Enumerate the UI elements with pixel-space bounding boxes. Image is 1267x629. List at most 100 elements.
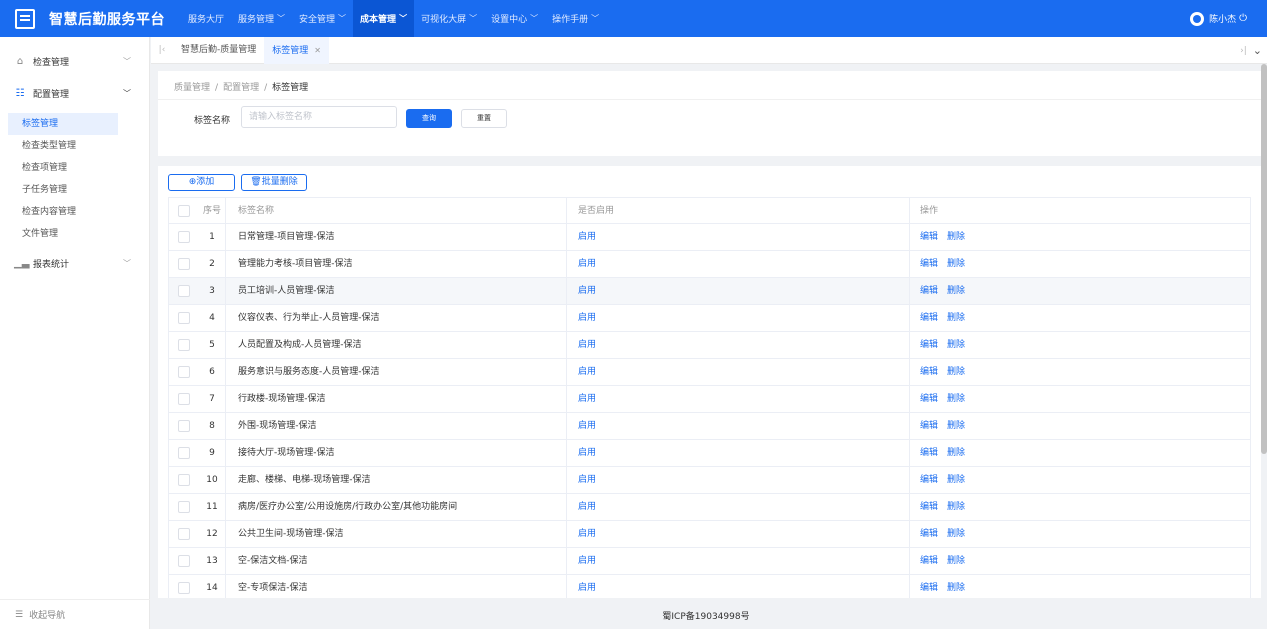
edit-link[interactable]: 编辑	[920, 529, 938, 539]
breadcrumb-item[interactable]: 配置管理	[223, 83, 259, 93]
sidebar-group-reports[interactable]: ▁▃ 报表统计 ﹀	[0, 247, 149, 279]
footer-icp[interactable]: 蜀ICP备19034998号	[151, 605, 1261, 629]
edit-link[interactable]: 编辑	[920, 475, 938, 485]
select-all-checkbox[interactable]	[178, 204, 190, 217]
close-icon[interactable]: ✕	[314, 46, 321, 55]
table-row[interactable]: 1 日常管理-项目管理-保洁 启用 编辑 删除	[169, 224, 1250, 251]
row-checkbox[interactable]	[178, 420, 190, 432]
edit-link[interactable]: 编辑	[920, 394, 938, 404]
collapse-nav-button[interactable]: ☰ 收起导航	[0, 599, 150, 629]
edit-link[interactable]: 编辑	[920, 259, 938, 269]
delete-link[interactable]: 删除	[947, 583, 965, 593]
row-checkbox[interactable]	[178, 312, 190, 324]
delete-link[interactable]: 删除	[947, 259, 965, 269]
row-checkbox[interactable]	[178, 258, 190, 270]
table-row[interactable]: 5 人员配置及构成-人员管理-保洁 启用 编辑 删除	[169, 332, 1250, 359]
row-enabled-status: 启用	[567, 278, 910, 304]
table-row[interactable]: 13 空-保洁文档-保洁 启用 编辑 删除	[169, 548, 1250, 575]
user-menu[interactable]: 陈小杰 ⏻	[1190, 0, 1247, 37]
sidebar-item[interactable]: 检查类型管理	[0, 135, 149, 157]
sidebar-item[interactable]: 检查内容管理	[0, 201, 149, 223]
delete-link[interactable]: 删除	[947, 367, 965, 377]
delete-link[interactable]: 删除	[947, 421, 965, 431]
sidebar-item[interactable]: 子任务管理	[0, 179, 149, 201]
nav-item[interactable]: 服务大厅	[181, 0, 231, 37]
table-row[interactable]: 4 仪容仪表、行为举止-人员管理-保洁 启用 编辑 删除	[169, 305, 1250, 332]
sidebar-group-config[interactable]: ☷ 配置管理 ﹀	[0, 77, 149, 109]
edit-link[interactable]: 编辑	[920, 313, 938, 323]
tabs-scroll-left-icon[interactable]: |‹	[151, 45, 173, 55]
row-checkbox[interactable]	[178, 474, 190, 486]
delete-link[interactable]: 删除	[947, 475, 965, 485]
tab-label: 标签管理	[272, 45, 309, 56]
row-checkbox[interactable]	[178, 528, 190, 540]
row-checkbox[interactable]	[178, 555, 190, 567]
nav-item[interactable]: 操作手册 ﹀	[545, 0, 606, 37]
breadcrumb-current: 标签管理	[272, 83, 309, 93]
sidebar-item[interactable]: 标签管理	[8, 113, 118, 135]
nav-item[interactable]: 安全管理 ﹀	[292, 0, 353, 37]
edit-link[interactable]: 编辑	[920, 556, 938, 566]
table-row[interactable]: 6 服务意识与服务态度-人员管理-保洁 启用 编辑 删除	[169, 359, 1250, 386]
batch-delete-button[interactable]: 🗑批量删除	[241, 174, 307, 191]
breadcrumb-item[interactable]: 质量管理	[174, 83, 210, 93]
table-row[interactable]: 11 病房/医疗办公室/公用设施房/行政办公室/其他功能房间 启用 编辑 删除	[169, 494, 1250, 521]
query-button[interactable]: 查询	[406, 109, 452, 128]
delete-link[interactable]: 删除	[947, 313, 965, 323]
table-row[interactable]: 10 走廊、楼梯、电梯-现场管理-保洁 启用 编辑 删除	[169, 467, 1250, 494]
edit-link[interactable]: 编辑	[920, 421, 938, 431]
reset-button[interactable]: 重置	[461, 109, 507, 128]
table-panel: ⊕添加 🗑批量删除 序号 标签名称 是否启用 操作 1 日常管理-项目管理-保洁启…	[158, 166, 1261, 598]
row-actions: 编辑 删除	[910, 386, 1250, 412]
edit-link[interactable]: 编辑	[920, 448, 938, 458]
row-checkbox[interactable]	[178, 447, 190, 459]
tabs-scroll-right-icon[interactable]: ›|	[1240, 46, 1247, 56]
table-row[interactable]: 3 员工培训-人员管理-保洁 启用 编辑 删除	[169, 278, 1250, 305]
table-row[interactable]: 2 管理能力考核-项目管理-保洁 启用 编辑 删除	[169, 251, 1250, 278]
nav-item[interactable]: 设置中心 ﹀	[484, 0, 545, 37]
row-checkbox[interactable]	[178, 366, 190, 378]
delete-link[interactable]: 删除	[947, 448, 965, 458]
row-checkbox[interactable]	[178, 285, 190, 297]
divider	[158, 99, 1261, 100]
row-checkbox[interactable]	[178, 501, 190, 513]
edit-link[interactable]: 编辑	[920, 286, 938, 296]
table-row[interactable]: 7 行政楼-现场管理-保洁 启用 编辑 删除	[169, 386, 1250, 413]
sidebar-item[interactable]: 文件管理	[0, 223, 149, 245]
delete-link[interactable]: 删除	[947, 340, 965, 350]
row-enabled-status: 启用	[567, 575, 910, 598]
chevron-down-icon[interactable]: ⌄	[1253, 44, 1262, 57]
row-checkbox[interactable]	[178, 339, 190, 351]
nav-item[interactable]: 可视化大屏 ﹀	[414, 0, 484, 37]
table-row[interactable]: 12 公共卫生间-现场管理-保洁 启用 编辑 删除	[169, 521, 1250, 548]
table-row[interactable]: 9 接待大厅-现场管理-保洁 启用 编辑 删除	[169, 440, 1250, 467]
tab-quality[interactable]: 智慧后勤-质量管理	[173, 37, 264, 64]
sidebar-group-inspection[interactable]: ⌂ 检查管理 ﹀	[0, 45, 149, 77]
delete-link[interactable]: 删除	[947, 529, 965, 539]
add-button[interactable]: ⊕添加	[168, 174, 235, 191]
nav-item[interactable]: 成本管理 ﹀	[353, 0, 415, 37]
tag-name-label: 标签名称	[194, 116, 231, 126]
delete-link[interactable]: 删除	[947, 502, 965, 512]
table-row[interactable]: 8 外围-现场管理-保洁 启用 编辑 删除	[169, 413, 1250, 440]
edit-link[interactable]: 编辑	[920, 502, 938, 512]
row-checkbox[interactable]	[178, 393, 190, 405]
delete-link[interactable]: 删除	[947, 394, 965, 404]
delete-link[interactable]: 删除	[947, 286, 965, 296]
table-row[interactable]: 14 空-专项保洁-保洁 启用 编辑 删除	[169, 575, 1250, 598]
column-header-index: 序号	[199, 198, 226, 223]
edit-link[interactable]: 编辑	[920, 232, 938, 242]
sidebar-item[interactable]: 检查项管理	[0, 157, 149, 179]
edit-link[interactable]: 编辑	[920, 340, 938, 350]
delete-link[interactable]: 删除	[947, 232, 965, 242]
edit-link[interactable]: 编辑	[920, 583, 938, 593]
edit-link[interactable]: 编辑	[920, 367, 938, 377]
nav-item[interactable]: 服务管理 ﹀	[231, 0, 292, 37]
row-checkbox[interactable]	[178, 582, 190, 594]
tag-name-input[interactable]	[241, 106, 397, 128]
scrollbar[interactable]	[1261, 64, 1267, 454]
delete-link[interactable]: 删除	[947, 556, 965, 566]
row-checkbox[interactable]	[178, 231, 190, 243]
power-icon[interactable]: ⏻	[1239, 13, 1247, 24]
tab-tag-management[interactable]: 标签管理 ✕	[264, 36, 329, 64]
